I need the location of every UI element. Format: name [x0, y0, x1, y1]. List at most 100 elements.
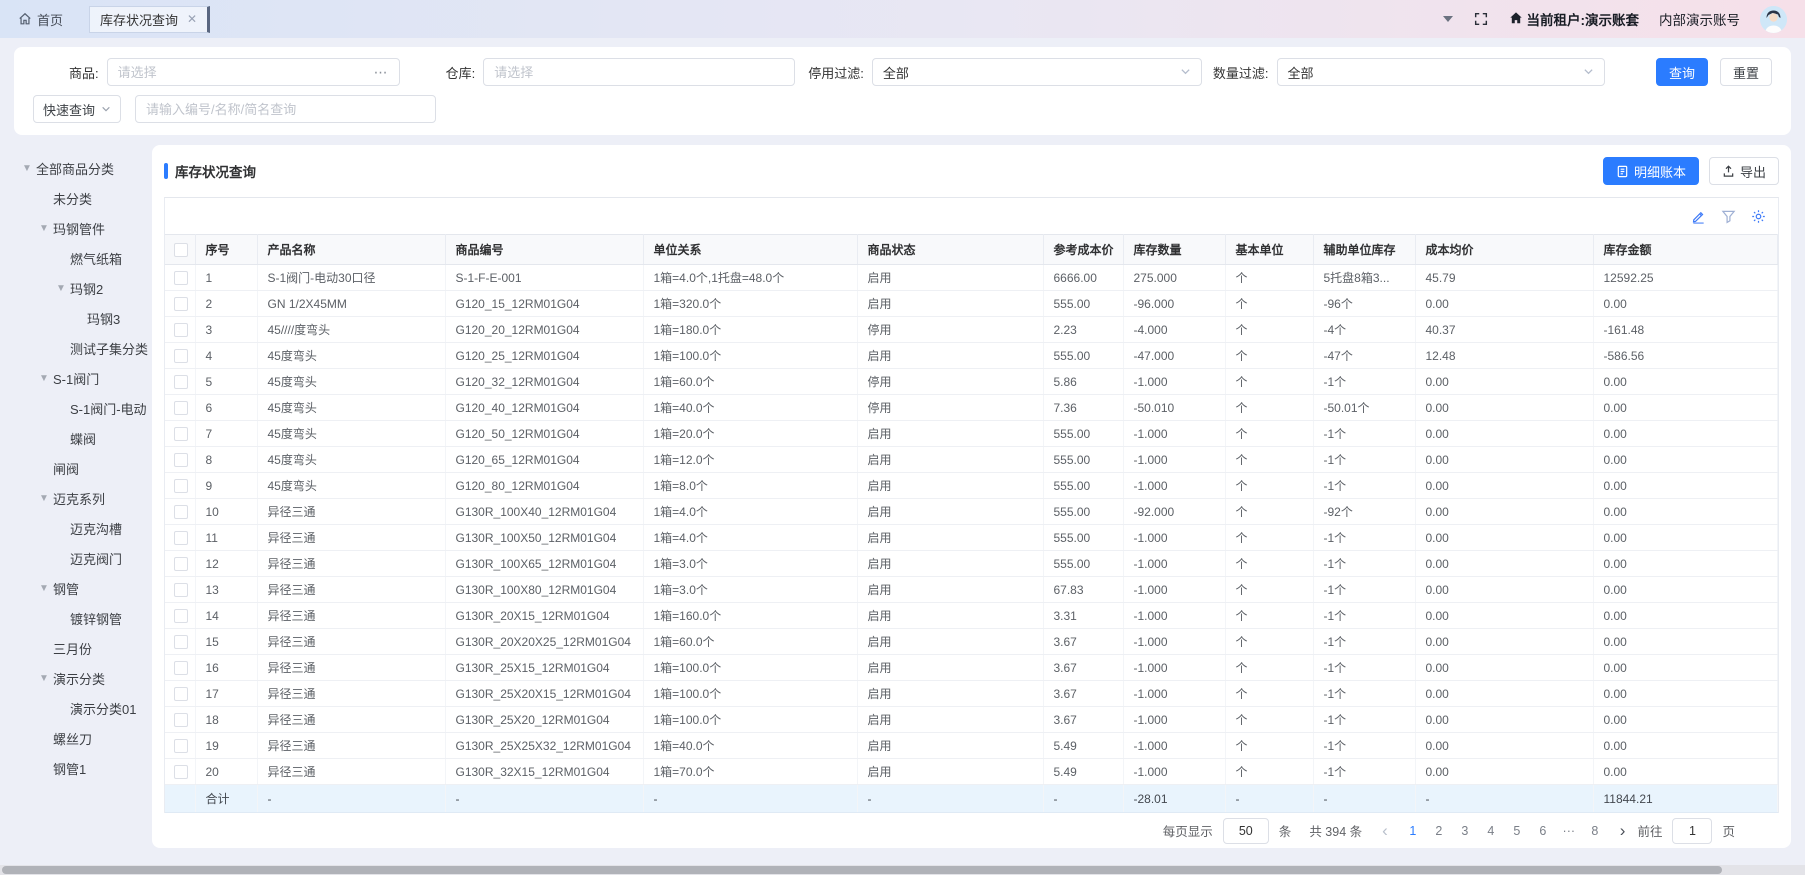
table-row[interactable]: 1 S-1阀门-电动30口径 S-1-F-E-001 1箱=4.0个,1托盘=4…	[165, 265, 1778, 291]
row-checkbox[interactable]	[174, 661, 188, 675]
tree-item[interactable]: ▼ 镀锌钢管	[0, 603, 152, 633]
row-checkbox[interactable]	[174, 713, 188, 727]
home-nav[interactable]: 首页	[18, 10, 63, 29]
tree-item[interactable]: ▼ 迈克阀门	[0, 543, 152, 573]
table-row[interactable]: 3 45////度弯头 G120_20_12RM01G04 1箱=180.0个 …	[165, 317, 1778, 343]
settings-icon[interactable]	[1751, 209, 1766, 224]
tree-item[interactable]: ▼ 闸阀	[0, 453, 152, 483]
tree-expand-icon[interactable]: ▼	[37, 223, 51, 234]
table-row[interactable]: 7 45度弯头 G120_50_12RM01G04 1箱=20.0个 启用 55…	[165, 421, 1778, 447]
tree-expand-icon[interactable]: ▼	[37, 493, 51, 504]
avatar[interactable]	[1760, 6, 1787, 33]
page-number[interactable]: 3	[1452, 824, 1478, 838]
tree-item[interactable]: ▼ 燃气纸箱	[0, 243, 152, 273]
table-row[interactable]: 4 45度弯头 G120_25_12RM01G04 1箱=100.0个 启用 5…	[165, 343, 1778, 369]
tree-expand-icon[interactable]: ▼	[37, 673, 51, 684]
table-row[interactable]: 13 异径三通 G130R_100X80_12RM01G04 1箱=3.0个 启…	[165, 577, 1778, 603]
next-page-icon[interactable]: ›	[1618, 822, 1628, 839]
edit-icon[interactable]	[1691, 209, 1706, 224]
quick-query-field[interactable]	[135, 95, 436, 123]
table-row[interactable]: 11 异径三通 G130R_100X50_12RM01G04 1箱=4.0个 启…	[165, 525, 1778, 551]
table-row[interactable]: 17 异径三通 G130R_25X20X15_12RM01G04 1箱=100.…	[165, 681, 1778, 707]
tree-item[interactable]: ▼ 钢管	[0, 573, 152, 603]
export-button[interactable]: 导出	[1709, 157, 1779, 185]
table-row[interactable]: 5 45度弯头 G120_32_12RM01G04 1箱=60.0个 停用 5.…	[165, 369, 1778, 395]
tab-close-icon[interactable]: ✕	[187, 13, 197, 25]
row-checkbox[interactable]	[174, 531, 188, 545]
quick-query-input[interactable]	[146, 102, 425, 117]
row-checkbox[interactable]	[174, 375, 188, 389]
table-row[interactable]: 19 异径三通 G130R_25X25X32_12RM01G04 1箱=40.0…	[165, 733, 1778, 759]
table-row[interactable]: 2 GN 1/2X45MM G120_15_12RM01G04 1箱=320.0…	[165, 291, 1778, 317]
product-select[interactable]: ⋯	[107, 58, 400, 86]
table-row[interactable]: 8 45度弯头 G120_65_12RM01G04 1箱=12.0个 启用 55…	[165, 447, 1778, 473]
page-number[interactable]: 5	[1504, 824, 1530, 838]
tab-inventory-status[interactable]: 库存状况查询 ✕	[89, 6, 210, 33]
row-checkbox[interactable]	[174, 427, 188, 441]
horizontal-scrollbar-thumb[interactable]	[2, 866, 1722, 874]
row-checkbox[interactable]	[174, 609, 188, 623]
row-checkbox[interactable]	[174, 739, 188, 753]
quick-query-dropdown[interactable]: 快速查询	[33, 95, 121, 123]
row-checkbox[interactable]	[174, 687, 188, 701]
detail-ledger-button[interactable]: 明细账本	[1603, 157, 1699, 185]
tree-item[interactable]: ▼ S-1阀门	[0, 363, 152, 393]
row-checkbox[interactable]	[174, 297, 188, 311]
tree-item[interactable]: ▼ 螺丝刀	[0, 723, 152, 753]
warehouse-select[interactable]	[483, 58, 795, 86]
tree-item[interactable]: ▼ 测试子集分类	[0, 333, 152, 363]
tree-item[interactable]: ▼ 全部商品分类	[0, 153, 152, 183]
row-checkbox[interactable]	[174, 349, 188, 363]
tree-item[interactable]: ▼ 钢管1	[0, 753, 152, 783]
row-checkbox[interactable]	[174, 765, 188, 779]
row-checkbox[interactable]	[174, 479, 188, 493]
tree-expand-icon[interactable]: ▼	[37, 583, 51, 594]
prev-page-icon[interactable]: ‹	[1380, 822, 1390, 839]
table-row[interactable]: 14 异径三通 G130R_20X15_12RM01G04 1箱=160.0个 …	[165, 603, 1778, 629]
per-page-input[interactable]	[1223, 818, 1269, 844]
product-input[interactable]	[118, 65, 370, 80]
tree-item[interactable]: ▼ 三月份	[0, 633, 152, 663]
select-all-checkbox[interactable]	[174, 243, 188, 257]
chevron-down-icon[interactable]	[1443, 16, 1453, 22]
tree-expand-icon[interactable]: ▼	[37, 373, 51, 384]
reset-button[interactable]: 重置	[1720, 58, 1772, 86]
table-row[interactable]: 20 异径三通 G130R_32X15_12RM01G04 1箱=70.0个 启…	[165, 759, 1778, 785]
row-checkbox[interactable]	[174, 583, 188, 597]
row-checkbox[interactable]	[174, 271, 188, 285]
row-checkbox[interactable]	[174, 401, 188, 415]
table-row[interactable]: 16 异径三通 G130R_25X15_12RM01G04 1箱=100.0个 …	[165, 655, 1778, 681]
tree-item[interactable]: ▼ 蝶阀	[0, 423, 152, 453]
filter-icon[interactable]	[1721, 209, 1736, 224]
goto-page-input[interactable]	[1672, 818, 1712, 844]
row-checkbox[interactable]	[174, 635, 188, 649]
page-number[interactable]: 4	[1478, 824, 1504, 838]
tree-expand-icon[interactable]: ▼	[54, 283, 68, 294]
table-row[interactable]: 18 异径三通 G130R_25X20_12RM01G04 1箱=100.0个 …	[165, 707, 1778, 733]
query-button[interactable]: 查询	[1656, 58, 1708, 86]
page-number[interactable]: ···	[1556, 824, 1582, 838]
row-checkbox[interactable]	[174, 453, 188, 467]
tree-item[interactable]: ▼ 玛钢管件	[0, 213, 152, 243]
tree-item[interactable]: ▼ 演示分类01	[0, 693, 152, 723]
tree-item[interactable]: ▼ 迈克沟槽	[0, 513, 152, 543]
row-checkbox[interactable]	[174, 505, 188, 519]
page-number[interactable]: 2	[1426, 824, 1452, 838]
tree-item[interactable]: ▼ 未分类	[0, 183, 152, 213]
tree-expand-icon[interactable]: ▼	[20, 163, 34, 174]
warehouse-input[interactable]	[494, 65, 784, 80]
table-row[interactable]: 15 异径三通 G130R_20X20X25_12RM01G04 1箱=60.0…	[165, 629, 1778, 655]
table-row[interactable]: 9 45度弯头 G120_80_12RM01G04 1箱=8.0个 启用 555…	[165, 473, 1778, 499]
qty-filter-select[interactable]: 全部	[1277, 58, 1605, 86]
tree-item[interactable]: ▼ 玛钢3	[0, 303, 152, 333]
page-number[interactable]: 8	[1582, 824, 1608, 838]
tree-item[interactable]: ▼ S-1阀门-电动	[0, 393, 152, 423]
page-number[interactable]: 1	[1400, 824, 1426, 838]
more-icon[interactable]: ⋯	[374, 64, 389, 81]
row-checkbox[interactable]	[174, 323, 188, 337]
tree-item[interactable]: ▼ 演示分类	[0, 663, 152, 693]
tree-item[interactable]: ▼ 迈克系列	[0, 483, 152, 513]
account-name[interactable]: 内部演示账号	[1659, 9, 1740, 29]
table-row[interactable]: 6 45度弯头 G120_40_12RM01G04 1箱=40.0个 停用 7.…	[165, 395, 1778, 421]
row-checkbox[interactable]	[174, 557, 188, 571]
